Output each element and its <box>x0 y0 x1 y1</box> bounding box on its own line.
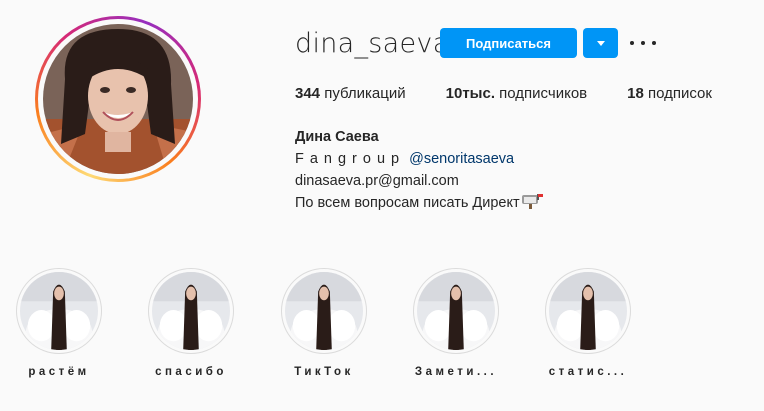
following-label: подписок <box>648 85 712 102</box>
story-highlight[interactable] <box>413 268 499 354</box>
dot-icon <box>630 41 634 45</box>
mailbox-icon <box>521 194 543 209</box>
profile-avatar[interactable] <box>35 16 201 182</box>
suggested-dropdown-button[interactable] <box>583 28 618 58</box>
follow-button[interactable]: Подписаться <box>440 28 577 58</box>
dot-icon <box>652 41 656 45</box>
dot-icon <box>641 41 645 45</box>
profile-bio: Дина Саева Fangroup @senoritasaeva dinas… <box>295 126 543 214</box>
chevron-down-icon <box>596 40 605 46</box>
following-count: 18 <box>627 85 644 102</box>
highlight-cover-image <box>20 272 98 350</box>
highlight-cover-image <box>285 272 363 350</box>
story-highlight[interactable] <box>16 268 102 354</box>
bio-fangroup-text: Fangroup <box>295 151 406 167</box>
highlight-cover-image <box>549 272 627 350</box>
posts-count: 344 <box>295 85 321 102</box>
bio-line-fangroup: Fangroup @senoritasaeva <box>295 148 543 170</box>
followers-stat[interactable]: 10тыс. подписчиков <box>446 85 588 102</box>
following-stat[interactable]: 18 подписок <box>627 85 712 102</box>
avatar-photo <box>43 24 193 174</box>
highlight-cover-image <box>152 272 230 350</box>
followers-label: подписчиков <box>499 85 588 102</box>
story-highlight[interactable] <box>545 268 631 354</box>
followers-count: 10тыс. <box>445 85 495 102</box>
story-highlight-label: Замети... <box>414 366 498 378</box>
posts-stat: 344 публикаций <box>295 85 406 102</box>
highlight-cover-image <box>417 272 495 350</box>
story-highlight-label: статис... <box>548 366 628 378</box>
profile-username: dina_saeva <box>295 28 450 59</box>
story-highlight-label: ТикТок <box>294 366 354 378</box>
posts-label: публикаций <box>324 85 406 102</box>
story-highlight[interactable] <box>281 268 367 354</box>
more-options-button[interactable] <box>630 34 656 52</box>
bio-direct-text: По всем вопросам писать Директ <box>295 195 520 211</box>
profile-full-name: Дина Саева <box>295 129 379 145</box>
story-highlight-label: спасибо <box>155 366 227 378</box>
story-highlight[interactable] <box>148 268 234 354</box>
bio-email: dinasaeva.pr@gmail.com <box>295 173 459 189</box>
bio-line-direct: По всем вопросам писать Директ <box>295 192 543 214</box>
bio-mention-link[interactable]: @senoritasaeva <box>409 151 514 167</box>
profile-stats: 344 публикаций 10тыс. подписчиков 18 под… <box>295 85 752 102</box>
story-highlight-label: растём <box>28 366 90 378</box>
